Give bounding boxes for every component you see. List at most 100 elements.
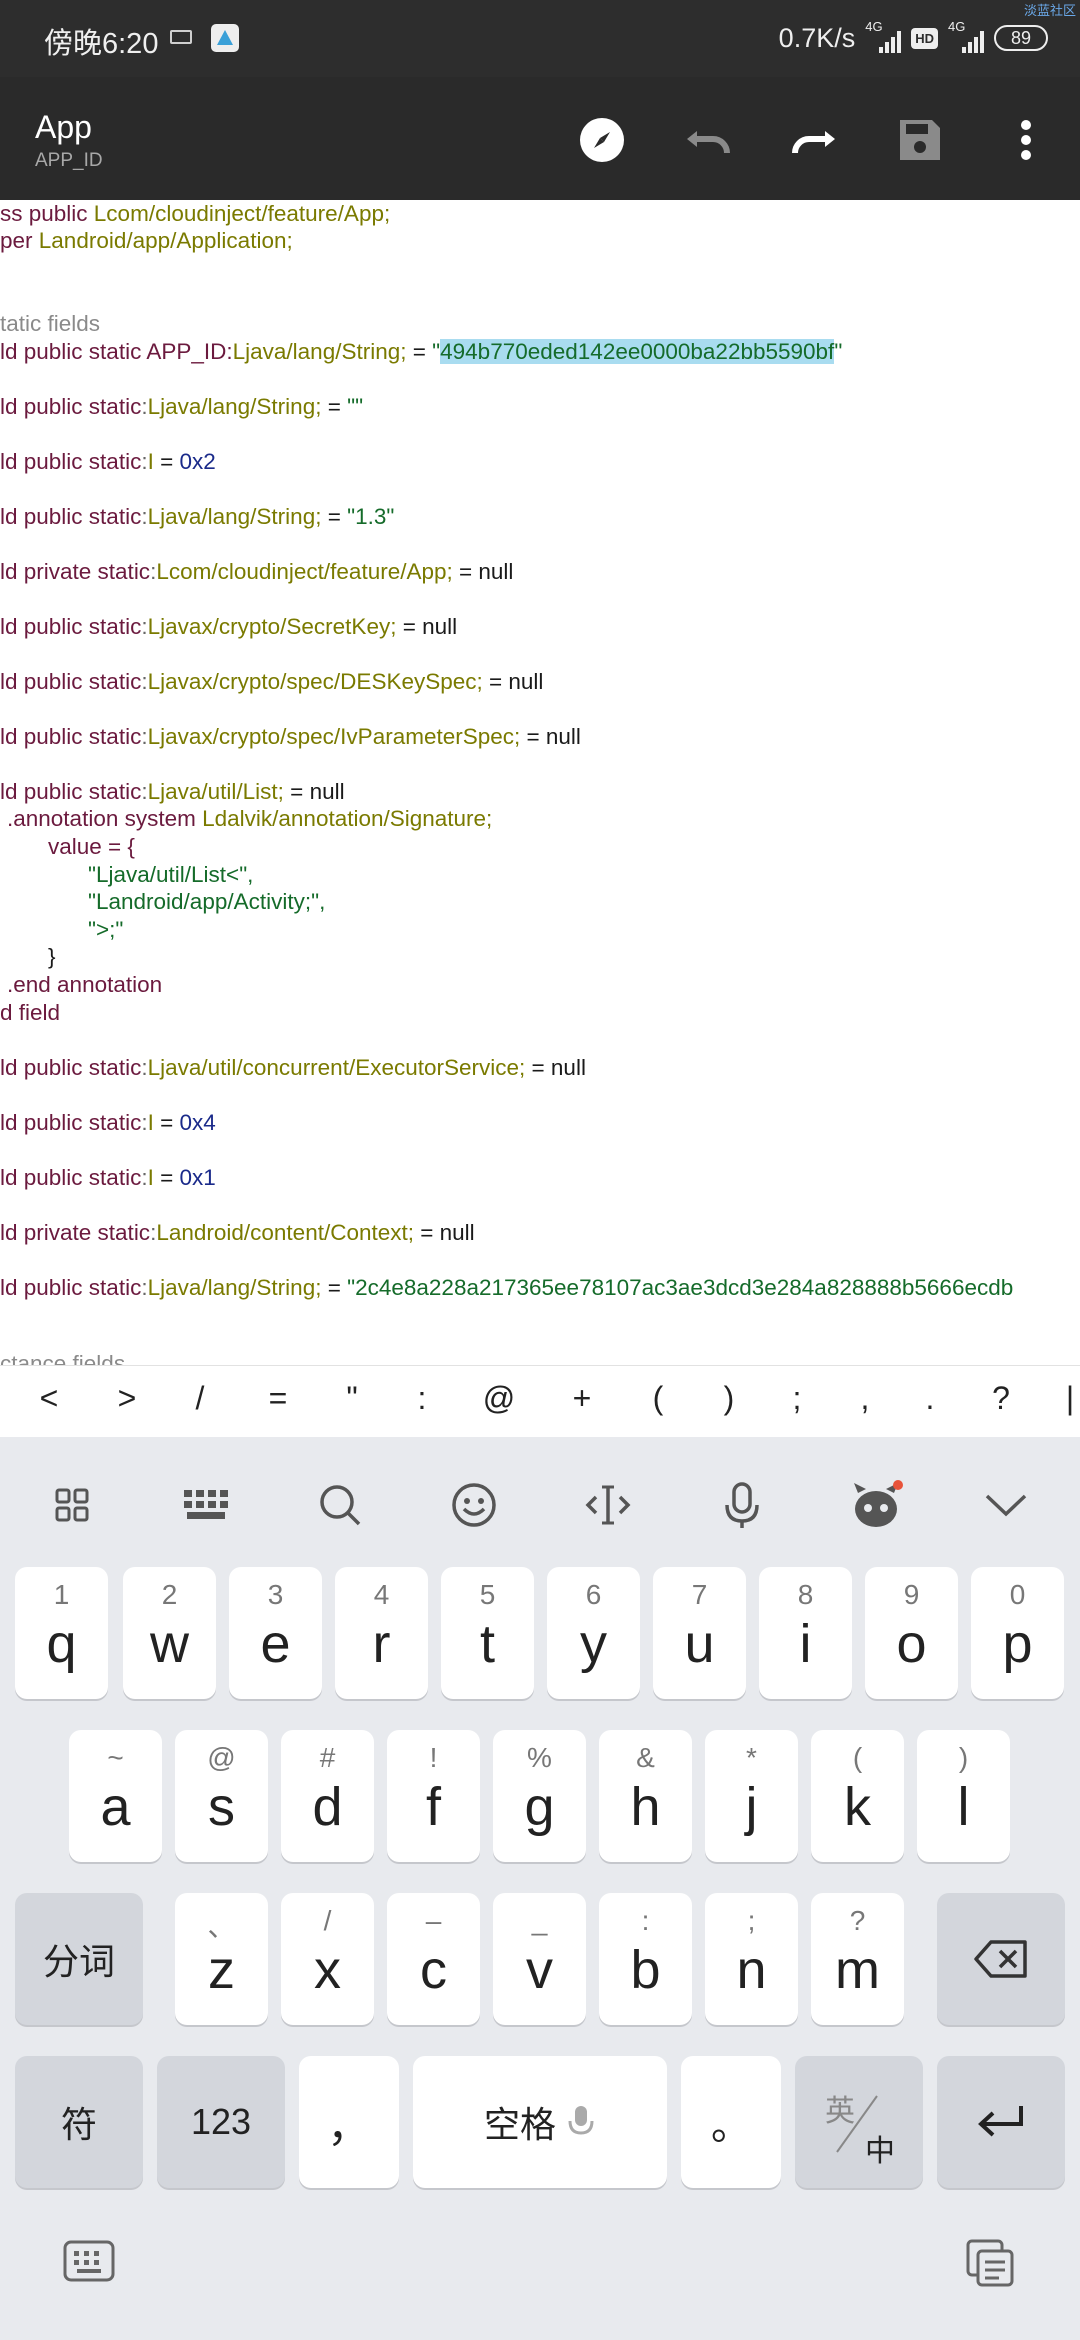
mascot-icon [854,1480,903,1527]
symbol-key[interactable]: = [256,1380,300,1417]
symbol-key[interactable]: @ [477,1380,521,1417]
key-n[interactable]: ; n [705,1893,798,2025]
code-line: ld private static:Lcom/cloudinject/featu… [0,559,514,584]
chevron-down-icon [985,1494,1027,1517]
compass-icon [580,118,624,162]
more-options-button[interactable] [993,107,1059,173]
space-key[interactable]: 空格 [413,2056,667,2188]
collapse-keyboard-button[interactable] [976,1475,1036,1535]
clipboard-icon [966,2239,1014,2287]
enter-icon [978,2106,1023,2137]
code-line: .annotation system Ldalvik/annotation/Si… [7,806,493,831]
undo-button[interactable] [675,107,741,173]
app-status-icon [211,24,239,52]
key-b[interactable]: :b [599,1893,692,2025]
symbol-key[interactable]: " [330,1380,374,1417]
key-y[interactable]: 6y [547,1567,640,1699]
key-j[interactable]: * j [705,1730,798,1862]
symbol-key[interactable]: , [843,1380,887,1417]
key-v[interactable]: _ v [493,1893,586,2025]
key-k[interactable]: (k [811,1730,904,1862]
key-a[interactable]: ~ a [69,1730,162,1862]
net-speed: 0.7K/s [778,22,856,53]
key-m[interactable]: ? m [811,1893,904,2025]
selected-text: 494b770eded142ee0000ba22bb5590bf [440,339,835,364]
mic-icon [725,1482,759,1528]
symbol-key[interactable]: > [105,1380,149,1417]
watermark: 淡蓝社区 [1023,3,1076,18]
code-line: ld public static:Ljava/lang/String; = "2… [0,1275,1014,1300]
save-icon [900,120,940,160]
symbol-key[interactable]: ? [979,1380,1023,1417]
status-time: 傍晚6:20 [44,28,159,60]
backspace-icon [974,1940,1027,1978]
code-editor[interactable]: ss public Lcom/cloudinject/feature/App; … [0,200,1080,1365]
keyboard-status-icon [170,30,192,44]
enter-button[interactable] [937,2056,1065,2188]
emoji-button[interactable] [444,1475,504,1535]
key-q[interactable]: 1q [15,1567,108,1699]
symbols-button[interactable]: 符 [15,2056,143,2188]
symbol-key[interactable]: . [908,1380,952,1417]
key-f[interactable]: ! f [387,1730,480,1862]
symbol-key[interactable]: ; [775,1380,819,1417]
key-t[interactable]: 5t [441,1567,534,1699]
backspace-button[interactable] [937,1893,1065,2025]
key-w[interactable]: 2w [123,1567,216,1699]
period-key[interactable]: 。 [681,2056,781,2188]
key-i[interactable]: 8i [759,1567,852,1699]
status-right: 0.7K/s 4G HD 4G 89 [779,18,1048,58]
apps-grid-button[interactable] [42,1475,102,1535]
code-comment: ctance fields [0,1351,126,1365]
code-line: ld public static:I = 0x2 [0,449,216,474]
key-d[interactable]: # d [281,1730,374,1862]
voice-input-button[interactable] [712,1475,772,1535]
key-h[interactable]: & h [599,1730,692,1862]
search-button[interactable] [310,1475,370,1535]
key-p[interactable]: 0p [971,1567,1064,1699]
key-e[interactable]: 3e [229,1567,322,1699]
key-r[interactable]: 4r [335,1567,428,1699]
code-line: ld public static:Ljava/util/concurrent/E… [0,1055,586,1080]
symbol-key[interactable]: ( [636,1380,680,1417]
clipboard-button[interactable] [964,2237,1016,2292]
symbol-key[interactable]: | [1048,1380,1080,1417]
key-x[interactable]: / x [281,1893,374,2025]
undo-icon [687,131,730,154]
search-icon [320,1485,361,1526]
cursor-button[interactable] [578,1475,638,1535]
code-line: ld public static:I = 0x1 [0,1165,216,1190]
segment-button[interactable]: 分词 [15,1893,143,2025]
key-c[interactable]: – c [387,1893,480,2025]
key-g[interactable]: % g [493,1730,586,1862]
numbers-button[interactable]: 123 [157,2056,285,2188]
symbol-key[interactable]: : [400,1380,444,1417]
code-line: ld public static APP_ID:Ljava/lang/Strin… [0,339,843,364]
more-vert-icon [1021,120,1031,160]
save-button[interactable] [887,107,953,173]
code-line: per Landroid/app/Application; [0,228,293,253]
redo-button[interactable] [781,107,847,173]
symbol-key[interactable]: / [178,1380,222,1417]
code-line: ld public static:Ljava/lang/String; = "1… [0,504,395,529]
symbol-key[interactable]: < [27,1380,71,1417]
keyboard-layout-button[interactable] [176,1475,236,1535]
code-line: value = { [48,834,135,859]
comma-key[interactable]: ， [299,2056,399,2188]
keyboard-icon [184,1490,228,1519]
symbol-key[interactable]: + [560,1380,604,1417]
key-l[interactable]: ) l [917,1730,1010,1862]
key-u[interactable]: 7u [653,1567,746,1699]
key-z[interactable]: 、 z [175,1893,268,2025]
slash-divider [836,2095,878,2153]
key-s[interactable]: @ s [175,1730,268,1862]
status-bar: 傍晚6:20 淡蓝社区 0.7K/s 4G HD 4G 89 [0,0,1080,77]
navigate-button[interactable] [569,107,635,173]
page-subtitle: APP_ID [35,150,103,171]
language-switch-button[interactable]: 英 中 [795,2056,923,2188]
keyboard-switch-button[interactable] [62,2239,116,2288]
code-line: ld public static:I = 0x4 [0,1110,216,1135]
mascot-button[interactable] [846,1475,906,1535]
key-o[interactable]: 9o [865,1567,958,1699]
symbol-key[interactable]: ) [707,1380,751,1417]
